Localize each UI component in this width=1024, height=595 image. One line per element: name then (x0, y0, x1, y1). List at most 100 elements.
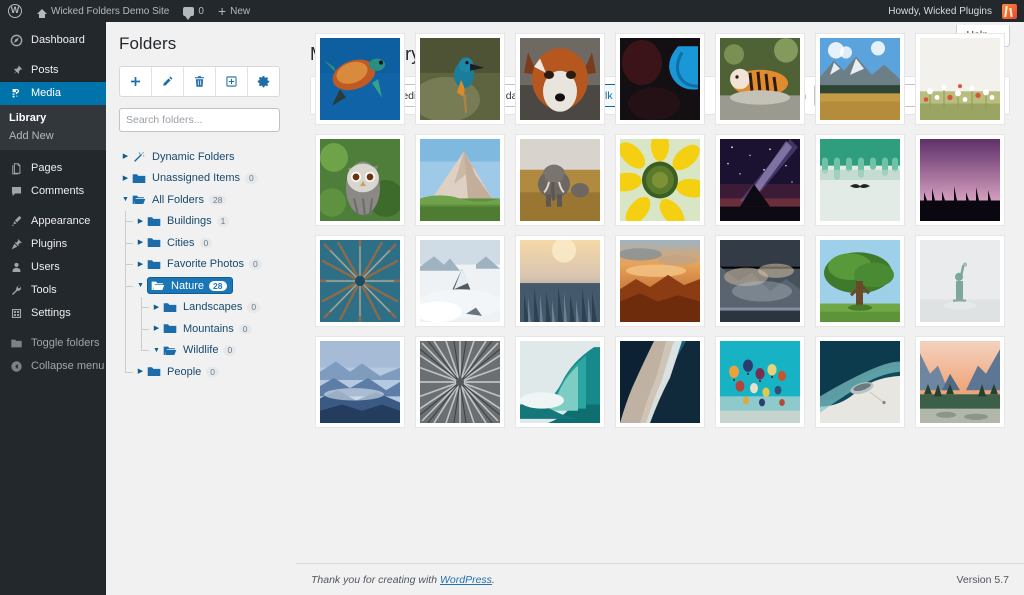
delete-folder-button[interactable] (184, 67, 216, 96)
media-item[interactable] (715, 235, 805, 327)
folder-row-people[interactable]: ▶ People 0 (119, 361, 286, 383)
folder-row-cities[interactable]: ▶ Cities 0 (119, 232, 286, 254)
sidebar-item-collapse-menu[interactable]: Collapse menu (0, 355, 106, 378)
submenu-item-library[interactable]: Library (0, 109, 106, 127)
twisty-right-icon[interactable]: ▶ (134, 261, 147, 268)
folder-count: 0 (249, 259, 262, 270)
wordpress-link[interactable]: WordPress (440, 574, 492, 586)
sidebar-label-appearance: Appearance (31, 216, 90, 227)
sidebar-label-comments: Comments (31, 186, 84, 197)
sidebar-item-posts[interactable]: Posts (0, 59, 106, 82)
folder-row-mountains[interactable]: ▶ Mountains 0 (119, 318, 286, 340)
media-item[interactable] (915, 134, 1005, 226)
media-item[interactable] (615, 235, 705, 327)
sidebar-item-settings[interactable]: Settings (0, 302, 106, 325)
media-item[interactable] (715, 134, 805, 226)
sidebar-item-users[interactable]: Users (0, 256, 106, 279)
folder-row-dynamic-folders[interactable]: ▶ Dynamic Folders (119, 146, 286, 168)
sidebar-item-toggle-folders[interactable]: Toggle folders (0, 332, 106, 355)
wave-curl-thumbnail (520, 341, 600, 423)
folder-count: 1 (217, 216, 230, 227)
add-folder-button[interactable] (120, 67, 152, 96)
media-item[interactable] (515, 134, 605, 226)
folder-row-landscapes[interactable]: ▶ Landscapes 0 (119, 297, 286, 319)
twisty-right-icon[interactable]: ▶ (134, 218, 147, 225)
new-content-menu[interactable]: + New (211, 0, 257, 22)
media-item[interactable] (915, 33, 1005, 125)
twisty-right-icon[interactable]: ▶ (119, 175, 132, 182)
media-item[interactable] (915, 336, 1005, 428)
twisty-down-icon[interactable]: ▼ (119, 196, 132, 203)
media-item[interactable] (515, 235, 605, 327)
media-item[interactable] (415, 134, 505, 226)
media-item[interactable] (315, 134, 405, 226)
media-item[interactable] (315, 336, 405, 428)
folder-row-nature[interactable]: ▼ Nature 28 (119, 275, 286, 297)
folder-settings-button[interactable] (248, 67, 279, 96)
folder-label: Mountains (183, 323, 234, 335)
folder-row-all-folders[interactable]: ▼ All Folders 28 (119, 189, 286, 211)
folder-selected-pill: Nature 28 (147, 277, 233, 294)
media-item[interactable] (615, 33, 705, 125)
sidebar-item-tools[interactable]: Tools (0, 279, 106, 302)
media-item[interactable] (715, 33, 805, 125)
media-item[interactable] (615, 134, 705, 226)
folder-label: Cities (167, 237, 195, 249)
media-item[interactable] (515, 336, 605, 428)
wordpress-logo-menu[interactable] (0, 0, 30, 22)
sidebar-item-pages[interactable]: Pages (0, 157, 106, 180)
brush-icon (9, 215, 23, 229)
sidebar-item-dashboard[interactable]: Dashboard (0, 29, 106, 52)
twisty-down-icon[interactable]: ▼ (134, 282, 147, 289)
sidebar-item-media[interactable]: Media (0, 82, 106, 105)
media-item[interactable] (815, 336, 905, 428)
avatar (1002, 4, 1017, 19)
twisty-right-icon[interactable]: ▶ (134, 368, 147, 375)
media-item[interactable] (815, 134, 905, 226)
folder-row-buildings[interactable]: ▶ Buildings 1 (119, 211, 286, 233)
media-item[interactable] (415, 235, 505, 327)
folder-search-input[interactable] (119, 108, 280, 132)
folder-row-unassigned-items[interactable]: ▶ Unassigned Items 0 (119, 168, 286, 190)
magic-wand-icon (132, 151, 147, 163)
tree-tick (141, 329, 149, 330)
folder-row-wildlife[interactable]: ▼ Wildlife 0 (119, 340, 286, 362)
wrench-icon (9, 284, 23, 298)
folders-toolbar (119, 66, 280, 97)
site-name-menu[interactable]: Wicked Folders Demo Site (30, 0, 176, 22)
twisty-right-icon[interactable]: ▶ (134, 239, 147, 246)
comments-bubble[interactable]: 0 (176, 0, 211, 22)
media-item[interactable] (815, 235, 905, 327)
twisty-right-icon[interactable]: ▶ (150, 325, 163, 332)
tree-tick (125, 264, 133, 265)
hot-air-balloons-thumbnail (720, 341, 800, 423)
media-item[interactable] (615, 336, 705, 428)
twisty-right-icon[interactable]: ▶ (119, 153, 132, 160)
media-item[interactable] (515, 33, 605, 125)
media-item[interactable] (315, 33, 405, 125)
expand-all-button[interactable] (216, 67, 248, 96)
sidebar-label-toggle-folders: Toggle folders (31, 338, 100, 349)
media-submenu: Library Add New (0, 105, 106, 150)
media-item[interactable] (815, 33, 905, 125)
media-item[interactable] (415, 336, 505, 428)
footer-thanks-prefix: Thank you for creating with (311, 574, 440, 586)
sidebar-item-appearance[interactable]: Appearance (0, 210, 106, 233)
folder-count: 0 (200, 238, 213, 249)
howdy-menu[interactable]: Howdy, Wicked Plugins (881, 0, 1024, 22)
edit-folder-button[interactable] (152, 67, 184, 96)
sidebar-item-plugins[interactable]: Plugins (0, 233, 106, 256)
submenu-item-add-new[interactable]: Add New (0, 127, 106, 145)
twisty-down-icon[interactable]: ▼ (150, 347, 163, 354)
sidebar-item-comments[interactable]: Comments (0, 180, 106, 203)
folder-count: 0 (247, 302, 260, 313)
media-item[interactable] (715, 336, 805, 428)
media-item[interactable] (315, 235, 405, 327)
sidebar-label-dashboard: Dashboard (31, 35, 85, 46)
folder-row-favorite-photos[interactable]: ▶ Favorite Photos 0 (119, 254, 286, 276)
media-item[interactable] (915, 235, 1005, 327)
sidebar-label-collapse-menu: Collapse menu (31, 361, 104, 372)
sidebar-label-tools: Tools (31, 285, 57, 296)
twisty-right-icon[interactable]: ▶ (150, 304, 163, 311)
media-item[interactable] (415, 33, 505, 125)
